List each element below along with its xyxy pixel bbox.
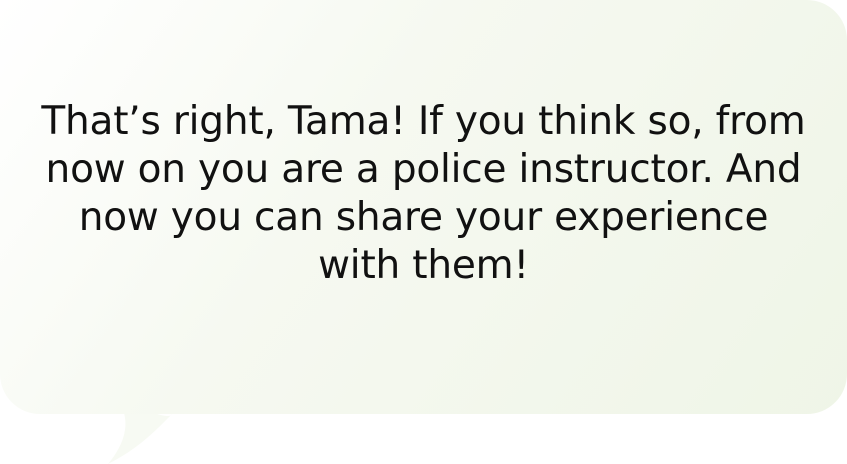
dialog-message: That’s right, Tama! If you think so, fro… — [41, 99, 806, 288]
dialog-stage: That’s right, Tama! If you think so, fro… — [0, 0, 847, 464]
